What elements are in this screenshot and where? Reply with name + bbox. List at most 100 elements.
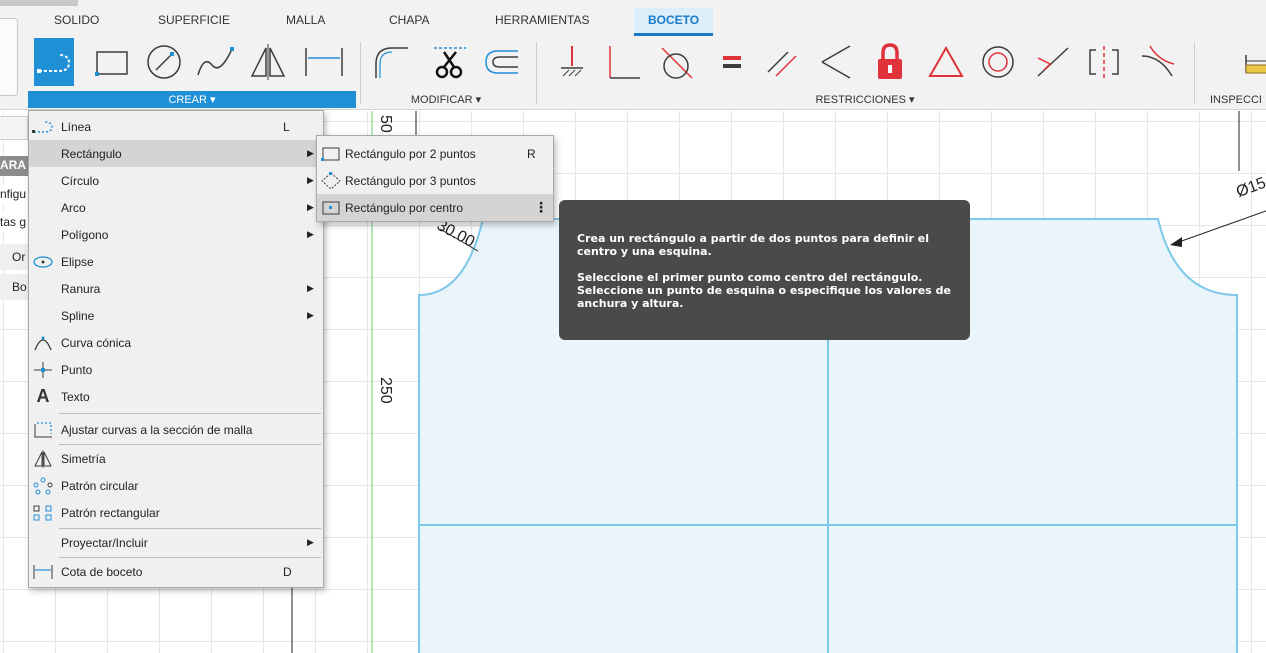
tab-boceto[interactable]: BOCETO bbox=[634, 8, 714, 36]
coincident-constraint-button[interactable] bbox=[604, 38, 644, 86]
sketch-dimension-icon bbox=[305, 48, 343, 76]
rectangle-submenu: Rectángulo por 2 puntos R Rectángulo por… bbox=[316, 135, 554, 222]
browser-header: ARA bbox=[0, 156, 28, 176]
conic-curve-icon bbox=[34, 336, 52, 350]
menu-item-poligono[interactable]: Polígono ▶ bbox=[29, 221, 323, 248]
menu-item-curva-conica[interactable]: Curva cónica bbox=[29, 329, 323, 356]
menu-item-proyectar-incluir[interactable]: Proyectar/Incluir ▶ bbox=[29, 529, 323, 556]
dimension-tool-button[interactable] bbox=[304, 38, 344, 86]
spline-icon bbox=[197, 47, 234, 76]
menu-item-ajustar-curvas[interactable]: Ajustar curvas a la sección de malla bbox=[29, 416, 323, 443]
offset-tool-button[interactable] bbox=[482, 38, 522, 86]
fillet-icon bbox=[375, 47, 408, 78]
menu-item-label: Patrón rectangular bbox=[61, 505, 160, 520]
symmetry-constraint-button[interactable] bbox=[1084, 38, 1124, 86]
crear-group-label[interactable]: CREAR ▾ bbox=[28, 91, 356, 108]
browser-item[interactable]: Bo bbox=[0, 274, 28, 300]
restricciones-group-label[interactable]: RESTRICCIONES ▾ bbox=[540, 91, 1190, 108]
equal-constraint-button[interactable] bbox=[712, 38, 752, 86]
tab-superficie[interactable]: SUPERFICIE bbox=[158, 13, 230, 27]
midpoint-constraint-button[interactable] bbox=[1032, 38, 1072, 86]
menu-item-spline[interactable]: Spline ▶ bbox=[29, 302, 323, 329]
ellipse-icon bbox=[33, 255, 53, 268]
submenu-arrow-icon: ▶ bbox=[307, 310, 314, 320]
parallel-constraint-button[interactable] bbox=[762, 38, 802, 86]
rectangle-tool-button[interactable] bbox=[92, 38, 132, 86]
measure-tool-button[interactable] bbox=[1234, 38, 1266, 86]
menu-item-simetria[interactable]: Simetría bbox=[29, 445, 323, 472]
menu-item-label: Rectángulo bbox=[61, 146, 122, 161]
fillet-tool-button[interactable] bbox=[372, 38, 412, 86]
scissors-icon bbox=[434, 47, 466, 79]
tangent-constraint-button[interactable] bbox=[656, 38, 696, 86]
concentric-constraint-button[interactable] bbox=[978, 38, 1018, 86]
tab-chapa[interactable]: CHAPA bbox=[389, 13, 429, 27]
menu-item-punto[interactable]: Punto bbox=[29, 356, 323, 383]
perpendicular-constraint-button[interactable] bbox=[816, 38, 856, 86]
workspace-tabs: SOLIDO SUPERFICIE MALLA CHAPA HERRAMIENT… bbox=[0, 0, 1266, 36]
line-tool-button[interactable] bbox=[34, 38, 74, 86]
dimension-50[interactable]: 50 bbox=[376, 115, 394, 133]
mirror-tool-button[interactable] bbox=[248, 38, 288, 86]
menu-item-shortcut: L bbox=[283, 119, 290, 134]
parallel-icon bbox=[767, 51, 797, 77]
browser-search[interactable] bbox=[0, 116, 28, 140]
line-icon bbox=[32, 120, 53, 133]
circular-pattern-icon bbox=[33, 477, 53, 494]
submenu-item-label: Rectángulo por centro bbox=[345, 200, 464, 215]
fit-curves-icon bbox=[34, 421, 52, 437]
spline-tool-button[interactable] bbox=[196, 38, 236, 86]
trim-tool-button[interactable] bbox=[430, 38, 470, 86]
dimension-250[interactable]: 250 bbox=[376, 377, 394, 404]
menu-item-elipse[interactable]: Elipse bbox=[29, 248, 323, 275]
command-tooltip: Crea un rectángulo a partir de dos punto… bbox=[559, 200, 970, 340]
triangle-icon bbox=[928, 45, 964, 77]
tab-herramientas[interactable]: HERRAMIENTAS bbox=[495, 13, 589, 27]
fix-constraint-button[interactable] bbox=[552, 38, 592, 86]
curvature-constraint-button[interactable] bbox=[1138, 38, 1178, 86]
submenu-item-shortcut: R bbox=[527, 146, 536, 161]
menu-item-cota-de-boceto[interactable]: Cota de boceto D bbox=[29, 558, 323, 585]
tooltip-description: Crea un rectángulo a partir de dos punto… bbox=[577, 232, 929, 258]
perpendicular-icon bbox=[821, 45, 851, 79]
submenu-item-rect-2-points[interactable]: Rectángulo por 2 puntos R bbox=[317, 140, 553, 167]
menu-item-shortcut: D bbox=[283, 564, 292, 579]
menu-item-arco[interactable]: Arco ▶ bbox=[29, 194, 323, 221]
menu-item-patron-rectangular[interactable]: Patrón rectangular bbox=[29, 499, 323, 526]
toolbar: SOLIDO SUPERFICIE MALLA CHAPA HERRAMIENT… bbox=[0, 0, 1266, 110]
submenu-item-rect-center[interactable]: Rectángulo por centro ⋮ bbox=[317, 194, 553, 221]
sketch-dimension-icon bbox=[33, 564, 53, 579]
menu-item-circulo[interactable]: Círculo ▶ bbox=[29, 167, 323, 194]
rectangle-3-points-icon bbox=[321, 171, 341, 190]
tab-solido[interactable]: SOLIDO bbox=[54, 13, 99, 27]
menu-item-label: Elipse bbox=[61, 254, 94, 269]
menu-item-patron-circular[interactable]: Patrón circular bbox=[29, 472, 323, 499]
menu-item-label: Patrón circular bbox=[61, 478, 139, 493]
menu-separator bbox=[59, 413, 321, 414]
text-icon: A bbox=[36, 386, 50, 406]
modificar-group-label[interactable]: MODIFICAR ▾ bbox=[360, 91, 532, 108]
submenu-item-rect-3-points[interactable]: Rectángulo por 3 puntos bbox=[317, 167, 553, 194]
toolbar-separator bbox=[536, 42, 537, 104]
browser-item[interactable]: Or bbox=[0, 244, 28, 270]
submenu-arrow-icon: ▶ bbox=[307, 537, 314, 547]
triangle-constraint-button[interactable] bbox=[926, 38, 966, 86]
menu-item-linea[interactable]: Línea L bbox=[29, 113, 323, 140]
rectangular-pattern-icon bbox=[33, 505, 52, 520]
circle-tool-button[interactable] bbox=[144, 38, 184, 86]
tangent-icon bbox=[661, 47, 693, 79]
tab-malla[interactable]: MALLA bbox=[286, 13, 325, 27]
more-options-icon[interactable]: ⋮ bbox=[529, 199, 553, 216]
menu-item-texto[interactable]: A Texto bbox=[29, 383, 323, 410]
toolbar-separator bbox=[1194, 42, 1195, 104]
browser-item[interactable]: tas g bbox=[0, 212, 28, 232]
menu-item-rectangulo[interactable]: Rectángulo ▶ bbox=[29, 140, 323, 167]
lock-constraint-button[interactable] bbox=[870, 38, 910, 86]
menu-item-ranura[interactable]: Ranura ▶ bbox=[29, 275, 323, 302]
inspeccionar-group-label[interactable]: INSPECCI bbox=[1198, 91, 1266, 108]
submenu-item-label: Rectángulo por 2 puntos bbox=[345, 146, 476, 161]
diameter-leader bbox=[1175, 210, 1266, 244]
browser-item[interactable]: nfigu bbox=[0, 184, 28, 204]
symmetry-icon bbox=[1089, 46, 1119, 78]
rectangle-2-points-icon bbox=[321, 147, 340, 161]
